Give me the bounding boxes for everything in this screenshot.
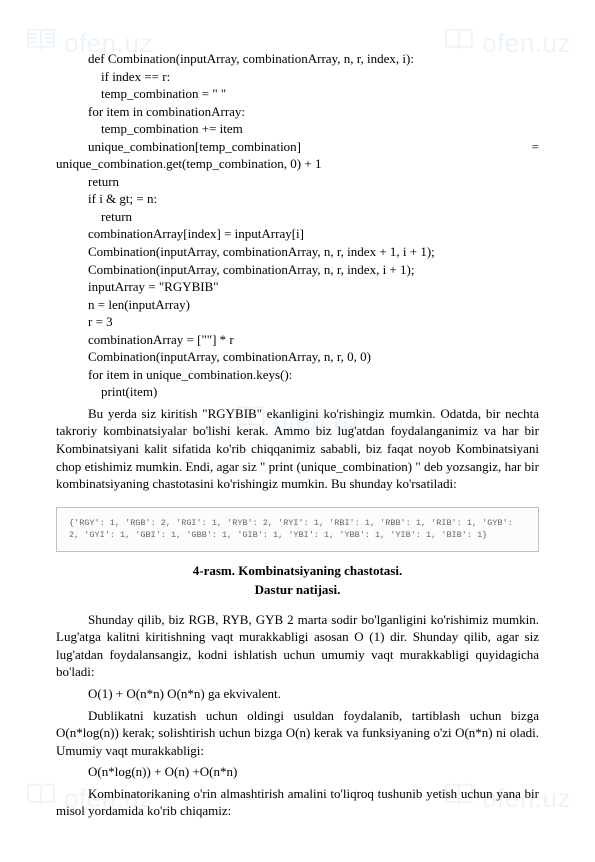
paragraph: Bu yerda siz kiritish "RGYBIB" ekanligin… [56,405,539,493]
paragraph-text: Dublikatni kuzatish uchun oldingi usulda… [56,708,539,758]
code-line: temp_combination = " " [88,85,539,103]
code-line: inputArray = "RGYBIB" [88,278,539,296]
code-line: combinationArray[index] = inputArray[i] [88,225,539,243]
paragraph-text: Shunday qilib, biz RGB, RYB, GYB 2 marta… [56,612,539,680]
code-fragment: unique_combination[temp_combination] [88,138,301,156]
formula-line: O(1) + O(n*n) O(n*n) ga ekvivalent. [56,685,539,703]
paragraph-block: Shunday qilib, biz RGB, RYB, GYB 2 marta… [56,611,539,820]
code-line: unique_combination.get(temp_combination,… [56,155,539,173]
caption-line: 4-rasm. Kombinatsiyaning chastotasi. [56,562,539,580]
code-line: print(item) [88,383,539,401]
paragraph: Kombinatorikaning o'rin almashtirish ama… [56,785,539,820]
code-line: for item in combinationArray: [88,103,539,121]
code-line: for item in unique_combination.keys(): [88,366,539,384]
paragraph: Dublikatni kuzatish uchun oldingi usulda… [56,707,539,760]
page-content: def Combination(inputArray, combinationA… [0,0,595,862]
formula-text: O(n*log(n)) + O(n) +O(n*n) [88,764,237,779]
formula-text: O(1) + O(n*n) O(n*n) ga ekvivalent. [88,686,281,701]
code-line: if i & gt; = n: [88,190,539,208]
code-line-outdent: unique_combination.get(temp_combination,… [56,155,539,173]
code-line: def Combination(inputArray, combinationA… [88,50,539,68]
code-listing: def Combination(inputArray, combinationA… [88,50,539,155]
code-line: combinationArray = [""] * r [88,331,539,349]
figure-caption: 4-rasm. Kombinatsiyaning chastotasi. Das… [56,562,539,598]
code-line: n = len(inputArray) [88,296,539,314]
formula-line: O(n*log(n)) + O(n) +O(n*n) [56,763,539,781]
code-line: Combination(inputArray, combinationArray… [88,261,539,279]
code-line: r = 3 [88,313,539,331]
code-line: temp_combination += item [88,120,539,138]
code-line: unique_combination[temp_combination] = [88,138,539,156]
paragraph: Shunday qilib, biz RGB, RYB, GYB 2 marta… [56,611,539,681]
paragraph-text: Kombinatorikaning o'rin almashtirish ama… [56,786,539,819]
code-listing-continued: return if i & gt; = n: return combinatio… [88,173,539,401]
caption-line: Dastur natijasi. [56,581,539,599]
code-line: return [88,173,539,191]
code-fragment: = [532,138,539,156]
output-box: {'RGY': 1, 'RGB': 2, 'RGI': 1, 'RYB': 2,… [56,507,539,553]
code-line: Combination(inputArray, combinationArray… [88,348,539,366]
code-line: Combination(inputArray, combinationArray… [88,243,539,261]
paragraph-text: Bu yerda siz kiritish "RGYBIB" ekanligin… [56,406,539,491]
code-line: if index == r: [88,68,539,86]
code-line: return [88,208,539,226]
